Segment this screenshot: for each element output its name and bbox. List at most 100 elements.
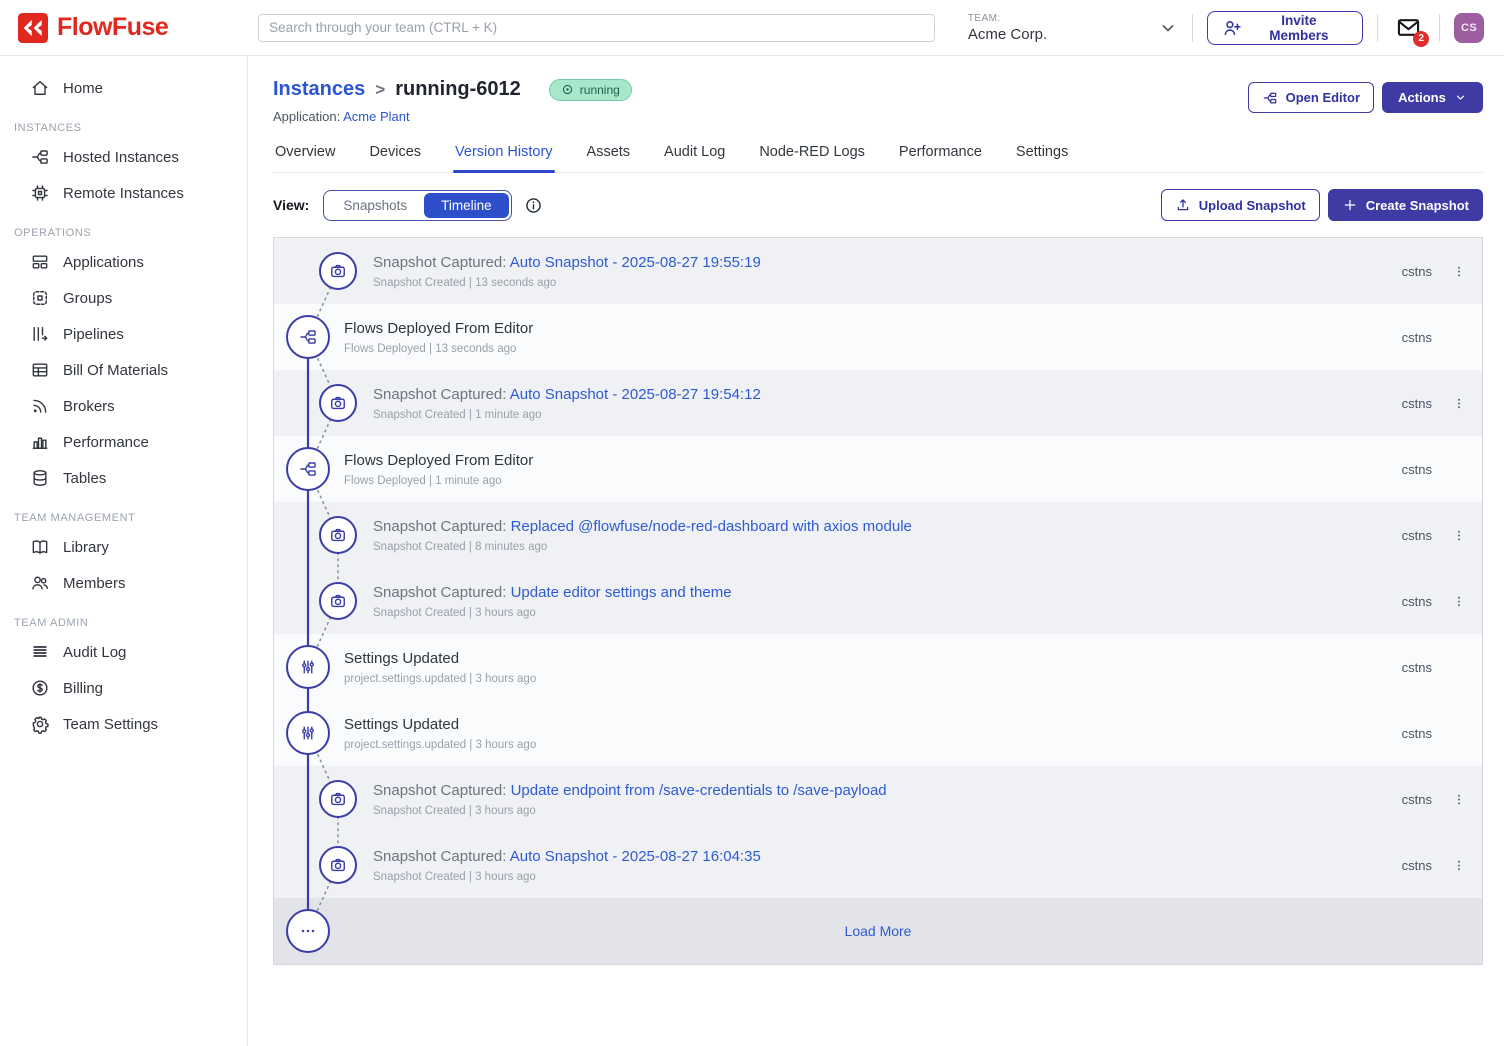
sidebar-item-label: Tables [63, 470, 106, 487]
tab-assets[interactable]: Assets [585, 144, 633, 172]
sidebar-item-hosted-instances[interactable]: Hosted Instances [0, 139, 247, 175]
load-more-link[interactable]: Load More [274, 923, 1482, 939]
event-user: cstns [1402, 726, 1432, 741]
sidebar-item-applications[interactable]: Applications [0, 244, 247, 280]
invite-members-button[interactable]: Invite Members [1207, 11, 1362, 45]
sidebar-item-bill-of-materials[interactable]: Bill Of Materials [0, 352, 247, 388]
event-title-text: Settings Updated [344, 716, 459, 733]
upload-icon [1175, 197, 1191, 213]
instance-name: running-6012 [395, 78, 521, 101]
view-label: View: [273, 197, 309, 213]
sidebar-item-home[interactable]: Home [0, 70, 247, 106]
sidebar-item-pipelines[interactable]: Pipelines [0, 316, 247, 352]
gear-icon [30, 714, 50, 734]
snapshot-link[interactable]: Replaced @flowfuse/node-red-dashboard wi… [511, 518, 912, 535]
user-plus-icon [1222, 18, 1242, 38]
event-title: Snapshot Captured: Auto Snapshot - 2025-… [373, 847, 1402, 867]
row-menu-kebab-icon[interactable] [1452, 264, 1466, 279]
sidebar-item-label: Remote Instances [63, 185, 184, 202]
row-menu-kebab-icon[interactable] [1452, 396, 1466, 411]
timeline-row-1-snapshot: Snapshot Captured: Auto Snapshot - 2025-… [274, 238, 1482, 304]
tab-devices[interactable]: Devices [367, 144, 423, 172]
sidebar-item-label: Brokers [63, 398, 115, 415]
users-icon [30, 573, 50, 593]
event-user: cstns [1402, 264, 1432, 279]
sidebar-item-groups[interactable]: Groups [0, 280, 247, 316]
snapshot-link[interactable]: Update endpoint from /save-credentials t… [511, 782, 887, 799]
snapshot-link[interactable]: Auto Snapshot - 2025-08-27 19:54:12 [510, 386, 761, 403]
sidebar-item-library[interactable]: Library [0, 529, 247, 565]
search-input[interactable] [258, 14, 935, 42]
view-toggle-snapshots[interactable]: Snapshots [326, 193, 424, 218]
node-icon [30, 147, 50, 167]
event-meta: Snapshot Created | 3 hours ago [373, 871, 1402, 883]
sidebar-item-audit-log[interactable]: Audit Log [0, 634, 247, 670]
sidebar-item-label: Home [63, 80, 103, 97]
dollar-icon [30, 678, 50, 698]
event-title: Settings Updated [344, 715, 1402, 735]
open-editor-button[interactable]: Open Editor [1248, 82, 1374, 113]
tab-audit-log[interactable]: Audit Log [662, 144, 727, 172]
sidebar-item-brokers[interactable]: Brokers [0, 388, 247, 424]
application-line: Application: Acme Plant [273, 109, 632, 124]
sidebar-item-billing[interactable]: Billing [0, 670, 247, 706]
snapshot-link[interactable]: Auto Snapshot - 2025-08-27 16:04:35 [510, 848, 761, 865]
timeline-row-4-deploy: Flows Deployed From EditorFlows Deployed… [274, 436, 1482, 502]
sidebar-item-label: Applications [63, 254, 144, 271]
event-user: cstns [1402, 528, 1432, 543]
chart-icon [30, 432, 50, 452]
tab-settings[interactable]: Settings [1014, 144, 1070, 172]
invite-members-label: Invite Members [1250, 13, 1347, 43]
row-menu-kebab-icon[interactable] [1452, 528, 1466, 543]
sidebar-item-remote-instances[interactable]: Remote Instances [0, 175, 247, 211]
bom-icon [30, 360, 50, 380]
breadcrumb-instances-link[interactable]: Instances [273, 78, 365, 101]
row-menu-kebab-icon[interactable] [1452, 594, 1466, 609]
flowfuse-logo[interactable]: FlowFuse [18, 13, 246, 43]
create-snapshot-button[interactable]: Create Snapshot [1328, 189, 1483, 221]
team-selector[interactable]: TEAM: Acme Corp. [968, 13, 1178, 43]
instance-tabs: Overview Devices Version History Assets Audi… [273, 144, 1483, 173]
event-meta: Flows Deployed | 13 seconds ago [344, 343, 1402, 355]
view-toggle-timeline[interactable]: Timeline [424, 193, 509, 218]
event-meta: Snapshot Created | 8 minutes ago [373, 541, 1402, 553]
event-user: cstns [1402, 858, 1432, 873]
snapshot-link[interactable]: Auto Snapshot - 2025-08-27 19:55:19 [510, 254, 761, 271]
notifications-button[interactable]: 2 [1392, 13, 1426, 43]
camera-icon [319, 846, 357, 884]
event-meta: project.settings.updated | 3 hours ago [344, 739, 1402, 751]
avatar[interactable]: CS [1454, 13, 1484, 43]
flowfuse-app: FlowFuse TEAM: Acme Corp. Invite Members [0, 0, 1504, 1046]
event-user: cstns [1402, 396, 1432, 411]
timeline-row-5-snapshot: Snapshot Captured: Replaced @flowfuse/no… [274, 502, 1482, 568]
upload-snapshot-button[interactable]: Upload Snapshot [1161, 189, 1320, 221]
event-user: cstns [1402, 462, 1432, 477]
tab-version-history[interactable]: Version History [453, 144, 555, 172]
team-label: TEAM: [968, 13, 1047, 24]
application-label: Application: [273, 109, 340, 124]
camera-icon [319, 384, 357, 422]
chip-icon [30, 183, 50, 203]
sidebar-item-label: Pipelines [63, 326, 124, 343]
camera-icon [319, 252, 357, 290]
sidebar-item-performance[interactable]: Performance [0, 424, 247, 460]
divider [1377, 14, 1378, 42]
pipelines-icon [30, 324, 50, 344]
sidebar-item-tables[interactable]: Tables [0, 460, 247, 496]
event-title-text: Settings Updated [344, 650, 459, 667]
row-menu-kebab-icon[interactable] [1452, 792, 1466, 807]
event-title: Settings Updated [344, 649, 1402, 669]
application-link[interactable]: Acme Plant [343, 109, 409, 124]
info-icon[interactable] [524, 196, 543, 215]
node-icon [286, 315, 330, 359]
tab-overview[interactable]: Overview [273, 144, 337, 172]
sidebar-item-members[interactable]: Members [0, 565, 247, 601]
tab-node-red-logs[interactable]: Node-RED Logs [757, 144, 867, 172]
event-title: Snapshot Captured: Update endpoint from … [373, 781, 1402, 801]
row-menu-kebab-icon[interactable] [1452, 858, 1466, 873]
tab-performance[interactable]: Performance [897, 144, 984, 172]
actions-button[interactable]: Actions [1382, 82, 1483, 113]
sidebar-item-team-settings[interactable]: Team Settings [0, 706, 247, 742]
create-snapshot-label: Create Snapshot [1366, 198, 1469, 213]
snapshot-link[interactable]: Update editor settings and theme [511, 584, 732, 601]
